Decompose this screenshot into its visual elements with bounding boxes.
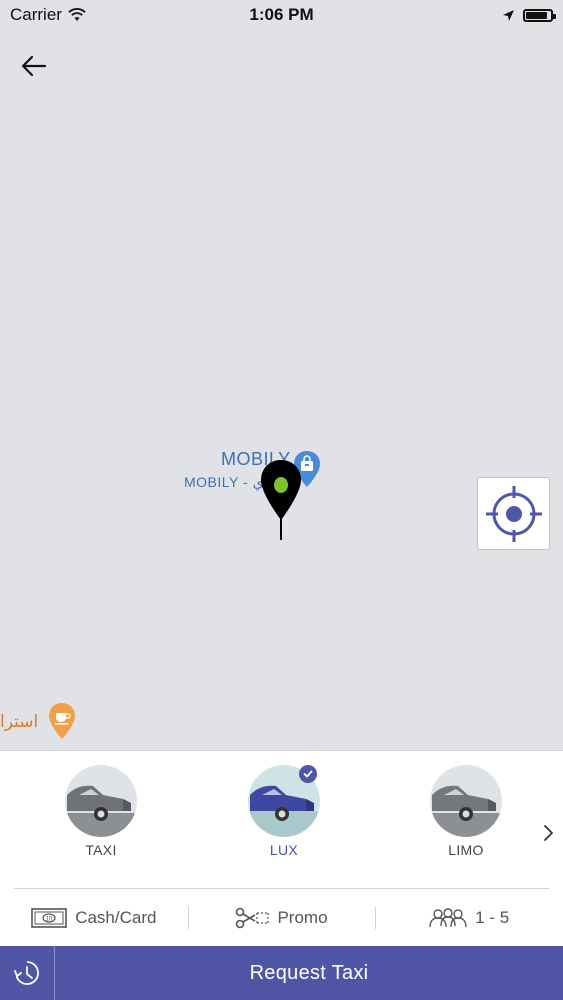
wifi-icon bbox=[68, 8, 86, 21]
limo-car-icon bbox=[430, 765, 502, 837]
scissors-icon bbox=[236, 907, 270, 929]
battery-level bbox=[526, 11, 548, 19]
crosshair-icon bbox=[485, 485, 542, 542]
passengers-button[interactable]: 1 - 5 bbox=[375, 889, 563, 947]
bottom-action-bar: Request Taxi bbox=[0, 946, 563, 1000]
schedule-ride-button[interactable] bbox=[0, 946, 55, 1000]
passengers-label: 1 - 5 bbox=[475, 908, 510, 927]
poi-label-cafe[interactable]: استرا bbox=[0, 712, 38, 732]
passengers-icon bbox=[429, 908, 467, 928]
cash-icon: 10 bbox=[31, 908, 68, 928]
locate-me-button[interactable] bbox=[477, 477, 550, 550]
options-row: 10 Cash/Card Promo 1 - 5 bbox=[0, 889, 563, 947]
status-bar: Carrier 1:06 PM bbox=[0, 0, 563, 30]
carrier-label: Carrier bbox=[10, 5, 62, 24]
taxi-car-icon bbox=[65, 765, 137, 837]
pickup-pin-icon bbox=[261, 460, 301, 540]
request-taxi-button[interactable]: Request Taxi bbox=[55, 946, 563, 1000]
poi-label-mobily-secondary[interactable]: MOBILY - ي bbox=[184, 474, 264, 491]
car-type-selector: TAXI LUX LIMO bbox=[0, 765, 563, 865]
chevron-right-icon[interactable] bbox=[540, 823, 558, 843]
car-type-lux[interactable]: LUX bbox=[239, 765, 329, 858]
car-type-taxi[interactable]: TAXI bbox=[56, 765, 146, 858]
payment-method-label: Cash/Card bbox=[75, 908, 157, 927]
map-view[interactable]: MOBILY MOBILY - ي استرا bbox=[0, 0, 563, 750]
svg-text:10: 10 bbox=[46, 917, 53, 923]
back-button[interactable] bbox=[14, 46, 54, 86]
ride-options-panel: TAXI LUX LIMO 10 Cash/Card Promo 1 - 5 bbox=[0, 750, 563, 946]
payment-method-button[interactable]: 10 Cash/Card bbox=[0, 889, 188, 947]
car-type-label: TAXI bbox=[85, 842, 117, 858]
cafe-icon[interactable] bbox=[48, 702, 76, 740]
location-arrow-icon bbox=[503, 9, 514, 21]
schedule-clock-icon bbox=[14, 961, 39, 985]
battery-icon bbox=[523, 8, 556, 22]
selected-check-icon bbox=[299, 765, 317, 783]
promo-button[interactable]: Promo bbox=[187, 889, 376, 947]
car-type-label: LIMO bbox=[448, 842, 484, 858]
back-arrow-icon bbox=[21, 55, 47, 77]
car-type-label: LUX bbox=[269, 842, 299, 858]
car-type-limo[interactable]: LIMO bbox=[421, 765, 511, 858]
promo-label: Promo bbox=[277, 908, 328, 927]
